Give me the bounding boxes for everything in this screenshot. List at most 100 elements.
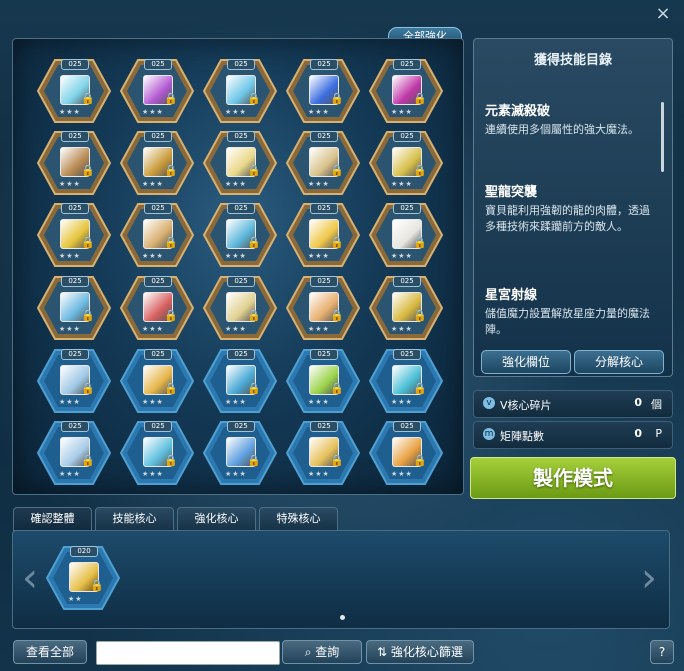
core-slot[interactable]: 025 🔒 ★★★	[203, 58, 277, 124]
core-slot[interactable]: 025 🔒 ★★★	[369, 58, 443, 124]
stat-value: 0	[634, 396, 642, 409]
core-slot[interactable]: 025 🔒 ★★★	[37, 58, 111, 124]
core-slot[interactable]: 025 🔒 ★★★	[286, 420, 360, 486]
lock-icon: 🔒	[164, 382, 178, 395]
lock-icon: 🔒	[90, 579, 104, 592]
skill-entry: 聖龍突襲 寶貝龍利用強韌的龍的肉體，透過多種技術來蹂躪前方的敵人。	[485, 181, 655, 235]
skill-entry: 元素滅殺破 連續使用多個屬性的強大魔法。	[485, 100, 655, 138]
lock-icon: 🔒	[247, 236, 261, 249]
craft-mode-button[interactable]: 製作模式	[470, 457, 676, 499]
lock-icon: 🔒	[247, 164, 261, 177]
filter-button-label: 強化核心篩選	[390, 645, 463, 659]
core-level-badge: 025	[393, 276, 421, 287]
tab-special-core[interactable]: 特殊核心	[259, 507, 338, 531]
lock-icon: 🔒	[81, 236, 95, 249]
search-input[interactable]	[96, 641, 280, 665]
core-slot[interactable]: 025 🔒 ★★★	[369, 420, 443, 486]
tab-skill-core[interactable]: 技能核心	[95, 507, 174, 531]
core-level-badge: 025	[61, 276, 89, 287]
skill-desc: 連續使用多個屬性的強大魔法。	[485, 123, 639, 136]
core-level-badge: 025	[310, 131, 338, 142]
help-button[interactable]: ?	[650, 640, 674, 664]
core-slot[interactable]: 025 🔒 ★★★	[37, 130, 111, 196]
core-level-badge: 025	[227, 59, 255, 70]
core-slot[interactable]: 025 🔒 ★★★	[120, 275, 194, 341]
core-slot[interactable]: 025 🔒 ★★★	[203, 348, 277, 414]
core-level-badge: 025	[310, 349, 338, 360]
skill-name: 聖龍突襲	[485, 185, 538, 200]
core-slot[interactable]: 025 🔒 ★★★	[37, 275, 111, 341]
lock-icon: 🔒	[164, 236, 178, 249]
list-core-item[interactable]: 020 🔒 ★★	[46, 545, 120, 611]
core-level-badge: 025	[393, 59, 421, 70]
enhance-slot-button[interactable]: 強化欄位	[481, 350, 571, 374]
search-button[interactable]: ⌕ 查詢	[282, 640, 362, 664]
core-slot[interactable]: 025 🔒 ★★★	[369, 348, 443, 414]
star-rating: ★★★	[225, 325, 247, 333]
core-level-badge: 025	[393, 421, 421, 432]
search-button-label: 查詢	[315, 645, 340, 659]
star-rating: ★★★	[142, 470, 164, 478]
star-rating: ★★★	[142, 252, 164, 260]
tab-enhance-core[interactable]: 強化核心	[177, 507, 256, 531]
core-slot[interactable]: 025 🔒 ★★★	[286, 130, 360, 196]
core-slot[interactable]: 025 🔒 ★★★	[120, 348, 194, 414]
v-core-shard-stat: v V核心碎片 0 個	[473, 390, 673, 418]
star-rating: ★★★	[225, 180, 247, 188]
star-rating: ★★★	[391, 180, 413, 188]
core-slot[interactable]: 025 🔒 ★★★	[369, 202, 443, 268]
core-slot[interactable]: 025 🔒 ★★★	[286, 275, 360, 341]
core-slot[interactable]: 025 🔒 ★★★	[286, 202, 360, 268]
skill-list-scrollbar[interactable]	[661, 102, 664, 172]
stat-unit: 個	[651, 398, 662, 411]
decompose-core-button[interactable]: 分解核心	[574, 350, 664, 374]
core-slot[interactable]: 025 🔒 ★★★	[203, 202, 277, 268]
core-slot[interactable]: 025 🔒 ★★★	[369, 275, 443, 341]
core-slot[interactable]: 025 🔒 ★★★	[120, 420, 194, 486]
core-slot[interactable]: 025 🔒 ★★★	[203, 130, 277, 196]
matrix-icon: m	[483, 428, 495, 440]
close-icon[interactable]: ×	[654, 5, 672, 23]
lock-icon: 🔒	[81, 164, 95, 177]
lock-icon: 🔒	[247, 309, 261, 322]
core-level-badge: 025	[144, 131, 172, 142]
stat-value: 0	[634, 427, 642, 440]
view-all-button[interactable]: 查看全部	[13, 640, 87, 664]
enhance-core-filter-button[interactable]: ⇅ 強化核心篩選	[366, 640, 474, 664]
filter-icon: ⇅	[377, 645, 391, 659]
lock-icon: 🔒	[164, 309, 178, 322]
core-slot[interactable]: 025 🔒 ★★★	[286, 58, 360, 124]
core-slot[interactable]: 025 🔒 ★★★	[37, 202, 111, 268]
core-slot[interactable]: 025 🔒 ★★★	[286, 348, 360, 414]
core-level-badge: 025	[61, 131, 89, 142]
core-level-badge: 025	[61, 59, 89, 70]
core-slot[interactable]: 025 🔒 ★★★	[120, 202, 194, 268]
chevron-right-icon[interactable]: ›	[641, 555, 657, 601]
lock-icon: 🔒	[413, 236, 427, 249]
core-slot[interactable]: 025 🔒 ★★★	[203, 420, 277, 486]
core-level-badge: 025	[144, 203, 172, 214]
chevron-left-icon[interactable]: ‹	[22, 555, 38, 601]
star-rating: ★★★	[308, 180, 330, 188]
star-rating: ★★★	[391, 398, 413, 406]
skill-desc: 儲值魔力設置解放星座力量的魔法陣。	[485, 307, 650, 336]
skill-name: 元素滅殺破	[485, 104, 551, 119]
stat-label: 矩陣點數	[500, 430, 544, 443]
core-slot[interactable]: 025 🔒 ★★★	[203, 275, 277, 341]
lock-icon: 🔒	[330, 454, 344, 467]
core-level-badge: 025	[227, 421, 255, 432]
core-slot[interactable]: 025 🔒 ★★★	[37, 348, 111, 414]
lock-icon: 🔒	[247, 92, 261, 105]
core-slot[interactable]: 025 🔒 ★★★	[37, 420, 111, 486]
core-slot[interactable]: 025 🔒 ★★★	[369, 130, 443, 196]
core-level-badge: 025	[144, 349, 172, 360]
skill-entry: 星宮射線 儲值魔力設置解放星座力量的魔法陣。	[485, 284, 655, 338]
core-slot[interactable]: 025 🔒 ★★★	[120, 130, 194, 196]
skill-desc: 寶貝龍利用強韌的龍的肉體，透過多種技術來蹂躪前方的敵人。	[485, 204, 650, 233]
core-level-badge: 025	[144, 421, 172, 432]
star-rating: ★★★	[308, 108, 330, 116]
lock-icon: 🔒	[164, 92, 178, 105]
tab-overview[interactable]: 確認整體	[13, 507, 92, 531]
core-slot[interactable]: 025 🔒 ★★★	[120, 58, 194, 124]
star-rating: ★★★	[391, 470, 413, 478]
